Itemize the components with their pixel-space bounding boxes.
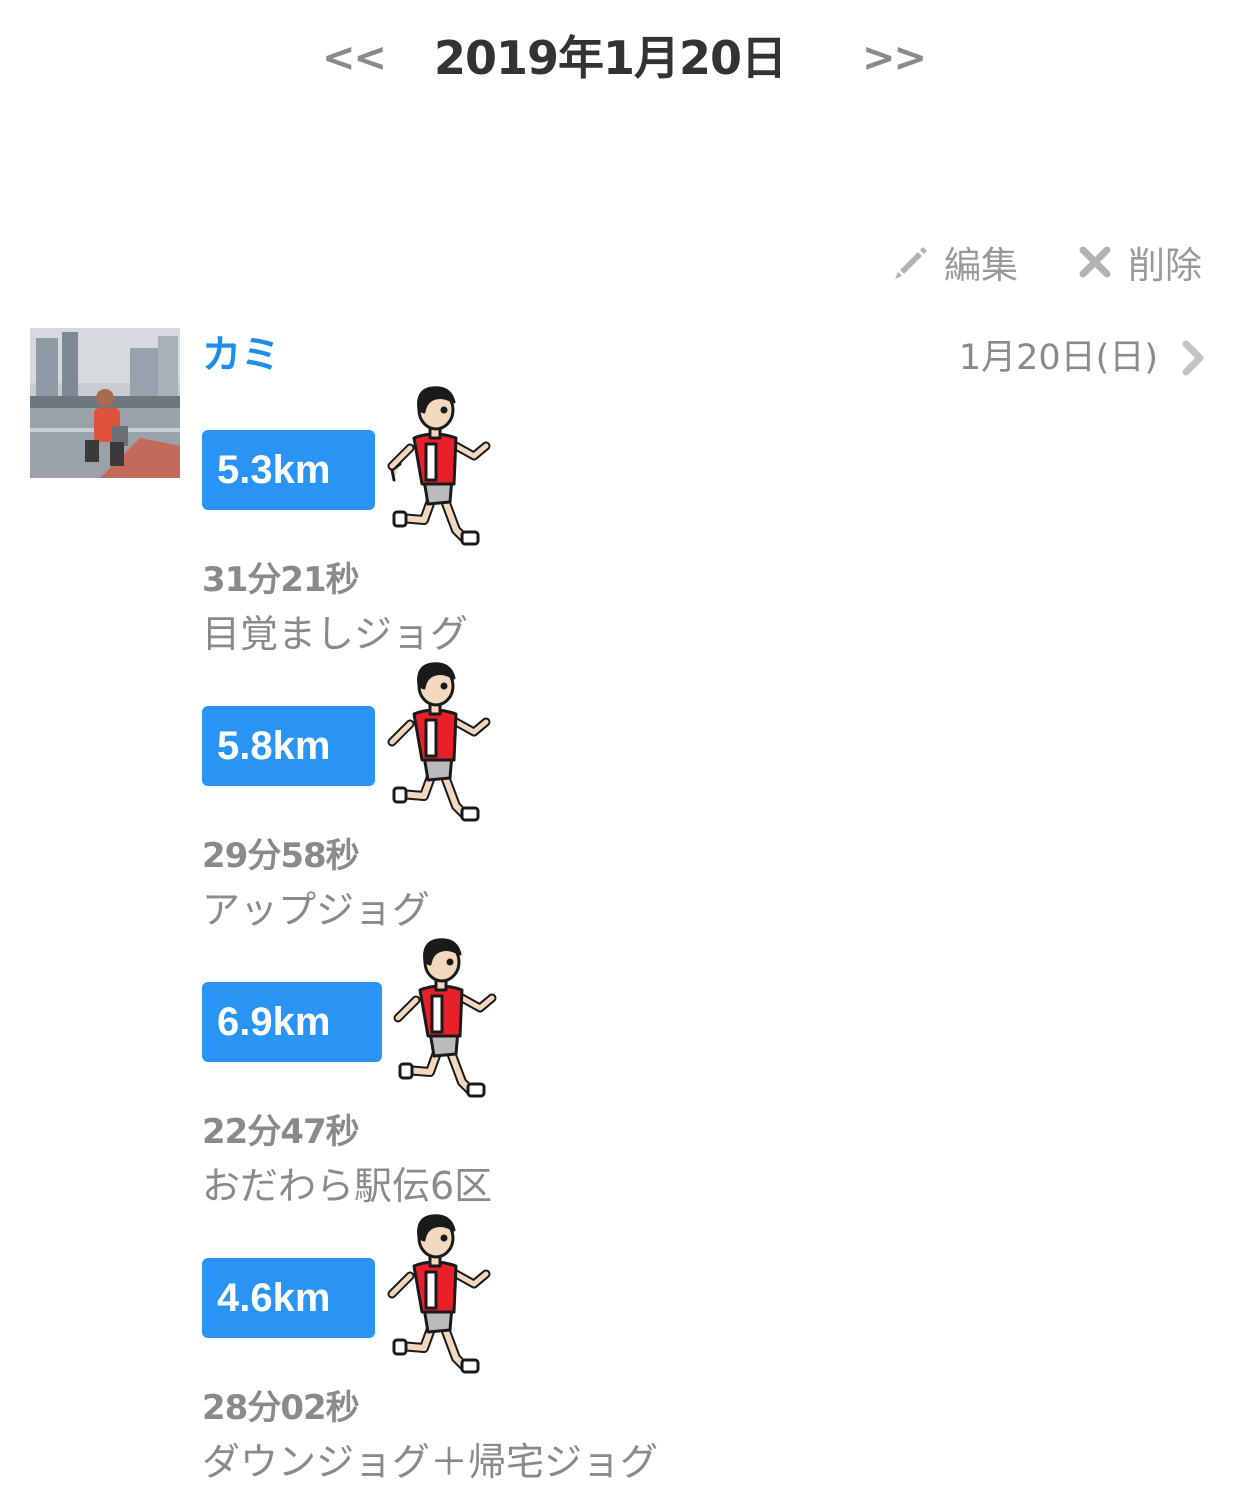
- runner-icon: [388, 932, 508, 1102]
- distance-badge[interactable]: 4.6km: [202, 1258, 375, 1338]
- edit-label: 編集: [944, 244, 1018, 287]
- current-date-title: 2019年1月20日: [433, 31, 787, 85]
- delete-label: 削除: [1128, 244, 1202, 287]
- run-entry: 5.3km 31分21秒 目覚ましジョグ: [202, 330, 802, 656]
- run-duration: 22分47秒: [202, 1112, 360, 1152]
- run-entry: 6.9km 22分47秒 おだわら駅伝6区: [202, 882, 802, 1208]
- run-entry: 5.8km 29分58秒 アップジョグ: [202, 606, 802, 932]
- previous-day-button[interactable]: <<: [322, 30, 392, 86]
- runner-icon: [382, 1208, 502, 1378]
- close-icon: [1076, 243, 1114, 281]
- run-duration: 31分21秒: [202, 560, 360, 600]
- edit-button[interactable]: 編集: [892, 236, 1018, 288]
- run-note: ダウンジョグ＋帰宅ジョグ: [202, 1440, 659, 1484]
- runner-icon: [382, 656, 502, 826]
- chevron-right-icon[interactable]: [1178, 340, 1208, 376]
- delete-button[interactable]: 削除: [1076, 236, 1202, 288]
- page: << 2019年1月20日 >> 編集 削除 カミ 1月20日(日) 5.3km…: [0, 0, 1242, 1491]
- avatar-photo: [30, 328, 180, 478]
- avatar[interactable]: [30, 328, 180, 478]
- next-day-button[interactable]: >>: [862, 30, 932, 86]
- distance-badge[interactable]: 6.9km: [202, 982, 382, 1062]
- pencil-icon: [892, 243, 930, 281]
- run-duration: 28分02秒: [202, 1388, 360, 1428]
- run-duration: 29分58秒: [202, 836, 360, 876]
- run-entry: 4.6km 28分02秒 ダウンジョグ＋帰宅ジョグ: [202, 1158, 802, 1484]
- runner-icon: [382, 380, 502, 550]
- entry-date: 1月20日(日): [958, 338, 1158, 378]
- distance-badge[interactable]: 5.8km: [202, 706, 375, 786]
- distance-badge[interactable]: 5.3km: [202, 430, 375, 510]
